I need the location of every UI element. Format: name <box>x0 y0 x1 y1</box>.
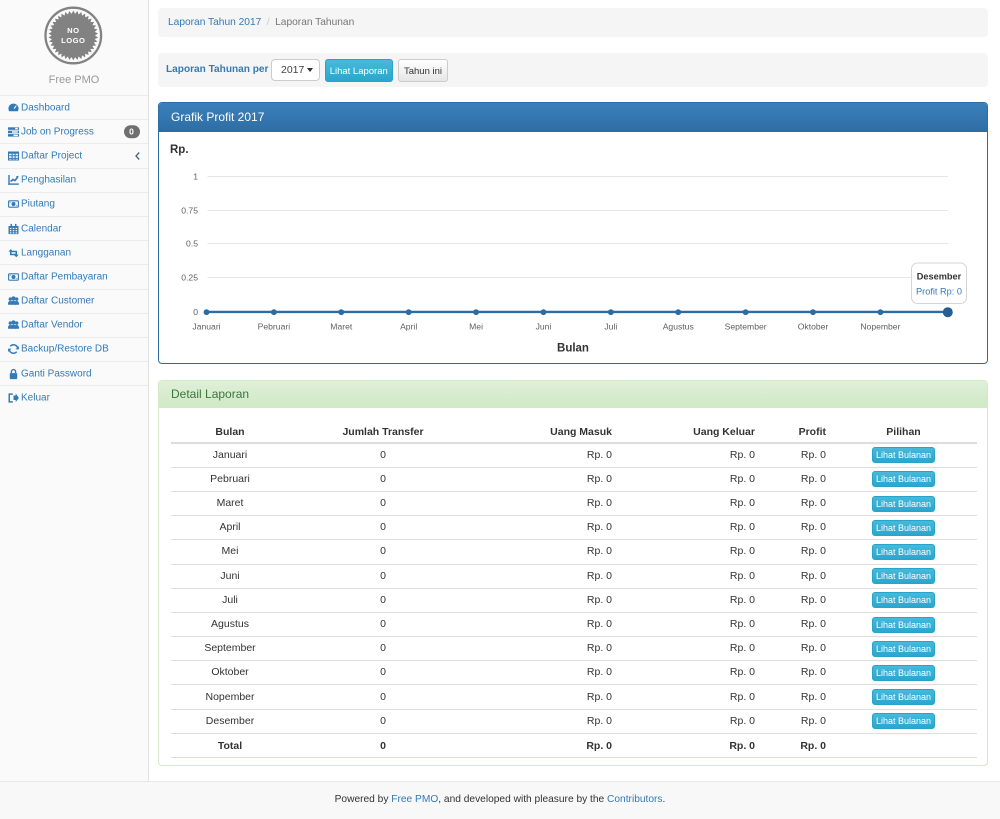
svg-text:Pebruari: Pebruari <box>258 321 291 331</box>
svg-text:LOGO: LOGO <box>61 36 85 45</box>
svg-text:Desember: Desember <box>917 271 962 281</box>
svg-text:0.75: 0.75 <box>181 205 198 215</box>
svg-text:Juni: Juni <box>536 321 552 331</box>
svg-text:Januari: Januari <box>192 321 220 331</box>
svg-text:Agustus: Agustus <box>663 321 694 331</box>
svg-text:Juli: Juli <box>604 321 617 331</box>
svg-text:Profit Rp: 0: Profit Rp: 0 <box>916 286 962 296</box>
svg-text:Nopember: Nopember <box>860 321 900 331</box>
svg-text:Bulan: Bulan <box>557 342 589 354</box>
svg-text:0.5: 0.5 <box>186 238 198 248</box>
svg-text:1: 1 <box>193 171 198 181</box>
svg-text:Oktober: Oktober <box>798 321 829 331</box>
svg-text:Maret: Maret <box>330 321 353 331</box>
svg-text:0: 0 <box>193 306 198 316</box>
svg-text:Rp.: Rp. <box>170 144 189 156</box>
svg-text:0.25: 0.25 <box>181 272 198 282</box>
svg-text:September: September <box>725 321 767 331</box>
svg-text:April: April <box>400 321 417 331</box>
svg-text:Mei: Mei <box>469 321 483 331</box>
svg-text:NO: NO <box>67 26 79 35</box>
